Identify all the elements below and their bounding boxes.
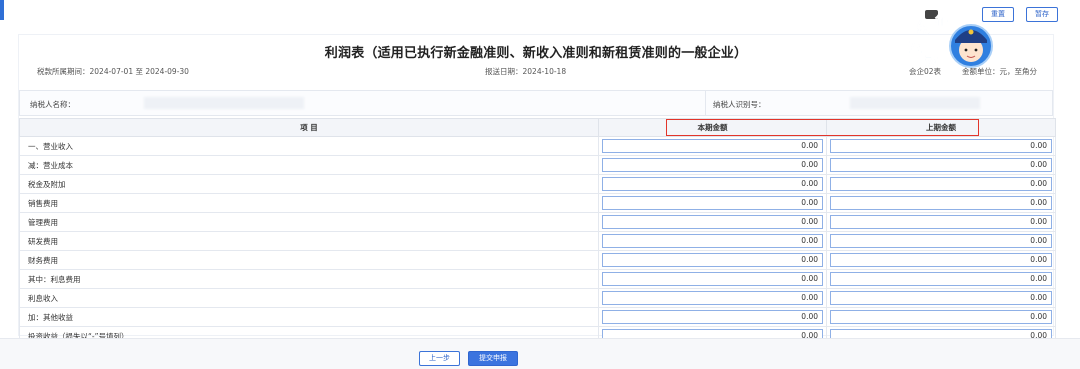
table-row: 研发费用 0.00 0.00 <box>19 231 1056 251</box>
table-row: 财务费用 0.00 0.00 <box>19 250 1056 270</box>
previous-amount-input[interactable]: 0.00 <box>830 139 1052 153</box>
previous-amount-input[interactable]: 0.00 <box>830 215 1052 229</box>
previous-amount-input[interactable]: 0.00 <box>830 253 1052 267</box>
mascot-char-zheng: 征 <box>935 14 948 30</box>
current-amount-input[interactable]: 0.00 <box>602 253 823 267</box>
current-amount-input[interactable]: 0.00 <box>602 234 823 248</box>
tax-period-label: 税款所属期间： <box>37 67 90 76</box>
footer-bar: 上一步 提交申报 <box>0 338 1080 369</box>
tax-period-value: 2024-07-01 至 2024-09-30 <box>89 67 189 76</box>
previous-amount-input[interactable]: 0.00 <box>830 310 1052 324</box>
table-row: 加：其他收益 0.00 0.00 <box>19 307 1056 327</box>
row-label: 其中：利息费用 <box>19 269 599 289</box>
current-amount-input[interactable]: 0.00 <box>602 291 823 305</box>
current-amount-input[interactable]: 0.00 <box>602 139 823 153</box>
column-header-previous: 上期金额 <box>826 118 1056 137</box>
previous-amount-input[interactable]: 0.00 <box>830 158 1052 172</box>
row-label: 销售费用 <box>19 193 599 213</box>
form-title: 利润表（适用已执行新金融准则、新收入准则和新租赁准则的一般企业） <box>324 46 748 61</box>
previous-amount-input[interactable]: 0.00 <box>830 196 1052 210</box>
table-row: 管理费用 0.00 0.00 <box>19 212 1056 232</box>
row-label: 加：其他收益 <box>19 307 599 327</box>
mascot-char-hu: 互 <box>909 41 922 56</box>
taxpayer-id-value <box>850 97 980 109</box>
taxpayer-name-value <box>144 97 304 109</box>
left-accent-bar <box>0 0 4 20</box>
mascot-char-dong: 动 <box>925 55 938 70</box>
previous-step-button[interactable]: 上一步 <box>419 351 460 366</box>
current-amount-input[interactable]: 0.00 <box>602 215 823 229</box>
row-label: 研发费用 <box>19 231 599 251</box>
column-header-current: 本期金额 <box>598 118 827 137</box>
column-header-item: 项 目 <box>19 118 599 137</box>
row-label: 减：营业成本 <box>19 155 599 175</box>
footer-actions: 上一步 提交申报 <box>419 351 518 366</box>
report-date-label: 报送日期： <box>485 67 523 76</box>
table-row: 利息收入 0.00 0.00 <box>19 288 1056 308</box>
table-row: 税金及附加 0.00 0.00 <box>19 174 1056 194</box>
income-statement-table: 项 目 本期金额 上期金额 一、营业收入 0.00 0.00 减：营业成本 0.… <box>19 118 1056 346</box>
save-draft-button[interactable]: 暂存 <box>1026 7 1058 22</box>
current-amount-input[interactable]: 0.00 <box>602 177 823 191</box>
table-header-row: 项 目 本期金额 上期金额 <box>19 118 1056 137</box>
table-row: 一、营业收入 0.00 0.00 <box>19 136 1056 156</box>
table-row: 减：营业成本 0.00 0.00 <box>19 155 1056 175</box>
tax-period: 税款所属期间：2024-07-01 至 2024-09-30 <box>37 66 189 77</box>
mascot-badge: 征 纳 互 动 <box>909 10 993 70</box>
row-label: 财务费用 <box>19 250 599 270</box>
previous-amount-input[interactable]: 0.00 <box>830 272 1052 286</box>
current-amount-input[interactable]: 0.00 <box>602 272 823 286</box>
previous-amount-input[interactable]: 0.00 <box>830 234 1052 248</box>
submit-declaration-button[interactable]: 提交申报 <box>468 351 518 366</box>
divider <box>705 91 706 115</box>
table-row: 销售费用 0.00 0.00 <box>19 193 1056 213</box>
current-amount-input[interactable]: 0.00 <box>602 196 823 210</box>
taxpayer-info-row: 纳税人名称： 纳税人识别号： <box>19 90 1053 116</box>
income-statement-card: 利润表（适用已执行新金融准则、新收入准则和新租赁准则的一般企业） 税款所属期间：… <box>18 34 1056 346</box>
report-date-value: 2024-10-18 <box>522 67 567 76</box>
previous-amount-input[interactable]: 0.00 <box>830 177 1052 191</box>
row-label: 利息收入 <box>19 288 599 308</box>
page: 重置 暂存 利润表（适用已执行新金融准则、新收入准则和新租赁准则的一般企业） 税… <box>0 0 1080 369</box>
table-row: 其中：利息费用 0.00 0.00 <box>19 269 1056 289</box>
taxpayer-id-label: 纳税人识别号： <box>713 100 766 109</box>
row-label: 税金及附加 <box>19 174 599 194</box>
row-label: 一、营业收入 <box>19 136 599 156</box>
report-date: 报送日期：2024-10-18 <box>485 66 566 77</box>
mascot-char-na: 纳 <box>917 20 930 36</box>
current-amount-input[interactable]: 0.00 <box>602 310 823 324</box>
current-amount-input[interactable]: 0.00 <box>602 158 823 172</box>
row-label: 管理费用 <box>19 212 599 232</box>
taxpayer-name-label: 纳税人名称： <box>30 100 75 109</box>
form-meta: 税款所属期间：2024-07-01 至 2024-09-30 报送日期：2024… <box>19 66 1053 80</box>
previous-amount-input[interactable]: 0.00 <box>830 291 1052 305</box>
